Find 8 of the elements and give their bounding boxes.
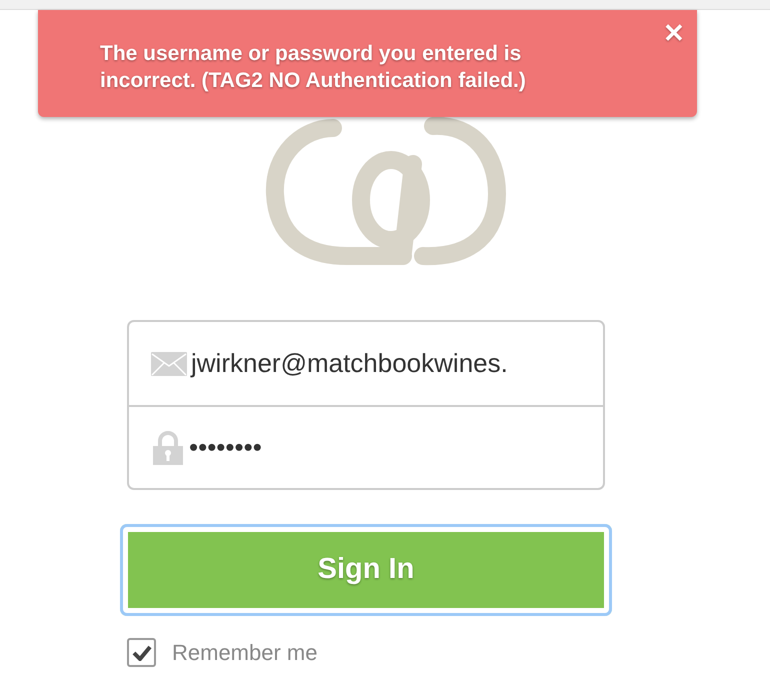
remember-checkbox[interactable] bbox=[127, 638, 156, 667]
envelope-icon bbox=[151, 352, 187, 376]
checkmark-icon bbox=[132, 644, 152, 660]
email-field[interactable]: jwirkner@matchbookwines. bbox=[191, 344, 603, 383]
password-field[interactable]: •••••••• bbox=[189, 428, 603, 467]
error-message: The username or password you entered is incorrect. (TAG2 NO Authentication failed.) bbox=[100, 41, 527, 94]
remember-label: Remember me bbox=[172, 639, 318, 667]
lock-icon bbox=[151, 430, 185, 464]
